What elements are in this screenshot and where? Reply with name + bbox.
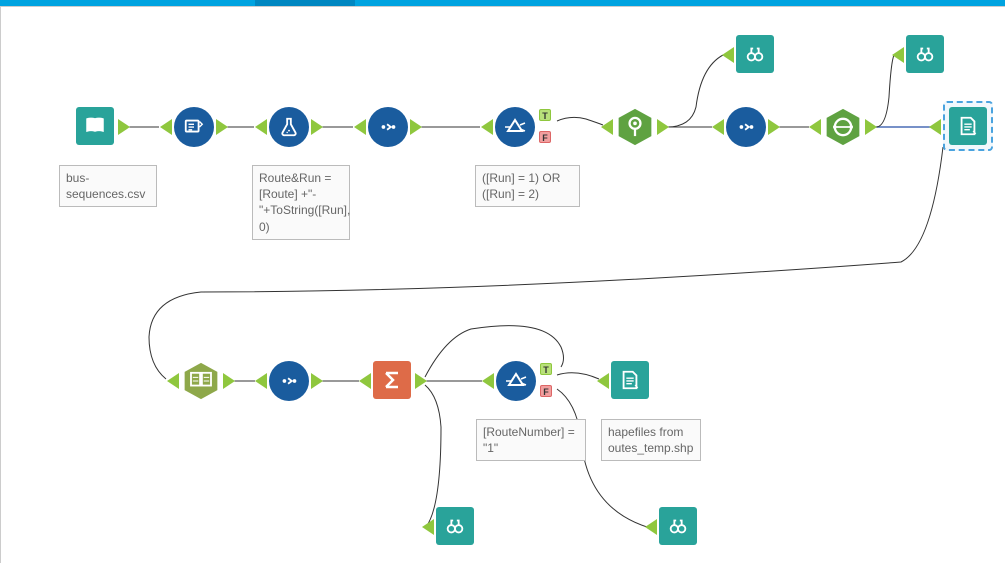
output-data-tool-2[interactable] bbox=[611, 361, 649, 399]
workflow-canvas[interactable]: bus-sequences.csv Route&Run = [Route] +"… bbox=[0, 6, 1005, 563]
select-icon bbox=[368, 107, 408, 147]
flask-icon bbox=[269, 107, 309, 147]
poly-icon bbox=[823, 107, 863, 147]
select-tool-3[interactable] bbox=[269, 361, 309, 401]
prism-icon bbox=[496, 361, 536, 401]
poly-build-tool[interactable] bbox=[823, 107, 863, 147]
input-data-tool[interactable] bbox=[76, 107, 114, 145]
filter-tool-2[interactable]: T F bbox=[496, 361, 536, 401]
filter-tool-1[interactable]: T F bbox=[495, 107, 535, 147]
binoculars-icon bbox=[659, 507, 697, 545]
spatial-icon bbox=[181, 361, 221, 401]
prism-icon bbox=[495, 107, 535, 147]
pin-icon bbox=[615, 107, 655, 147]
binoculars-icon bbox=[436, 507, 474, 545]
browse-tool-3[interactable] bbox=[659, 507, 697, 545]
select-tool-2[interactable] bbox=[726, 107, 766, 147]
wires bbox=[1, 7, 1005, 570]
true-output-badge: T bbox=[540, 363, 552, 375]
false-output-badge: F bbox=[539, 131, 551, 143]
book-icon bbox=[76, 107, 114, 145]
summarize-tool[interactable] bbox=[373, 361, 411, 399]
document-icon bbox=[611, 361, 649, 399]
browse-tool-1[interactable] bbox=[736, 35, 774, 73]
sigma-icon bbox=[373, 361, 411, 399]
auto-field-icon bbox=[174, 107, 214, 147]
browse-tool-2[interactable] bbox=[436, 507, 474, 545]
select-icon bbox=[726, 107, 766, 147]
binoculars-icon bbox=[906, 35, 944, 73]
formula-tool[interactable] bbox=[269, 107, 309, 147]
document-icon bbox=[949, 107, 987, 145]
false-output-badge: F bbox=[540, 385, 552, 397]
browse-tool-top-right[interactable] bbox=[906, 35, 944, 73]
input-data-annotation: bus-sequences.csv bbox=[59, 165, 157, 207]
output-data-tool-1[interactable] bbox=[943, 101, 993, 151]
filter2-annotation: [RouteNumber] = "1" bbox=[476, 419, 586, 461]
binoculars-icon bbox=[736, 35, 774, 73]
select-tool-1[interactable] bbox=[368, 107, 408, 147]
auto-field-tool[interactable] bbox=[174, 107, 214, 147]
formula-annotation: Route&Run = [Route] +"-"+ToString([Run],… bbox=[252, 165, 350, 240]
output2-annotation: hapefiles from outes_temp.shp bbox=[601, 419, 701, 461]
create-points-tool[interactable] bbox=[615, 107, 655, 147]
select-icon bbox=[269, 361, 309, 401]
true-output-badge: T bbox=[539, 109, 551, 121]
filter1-annotation: ([Run] = 1) OR ([Run] = 2) bbox=[475, 165, 580, 207]
spatial-match-tool[interactable] bbox=[181, 361, 221, 401]
